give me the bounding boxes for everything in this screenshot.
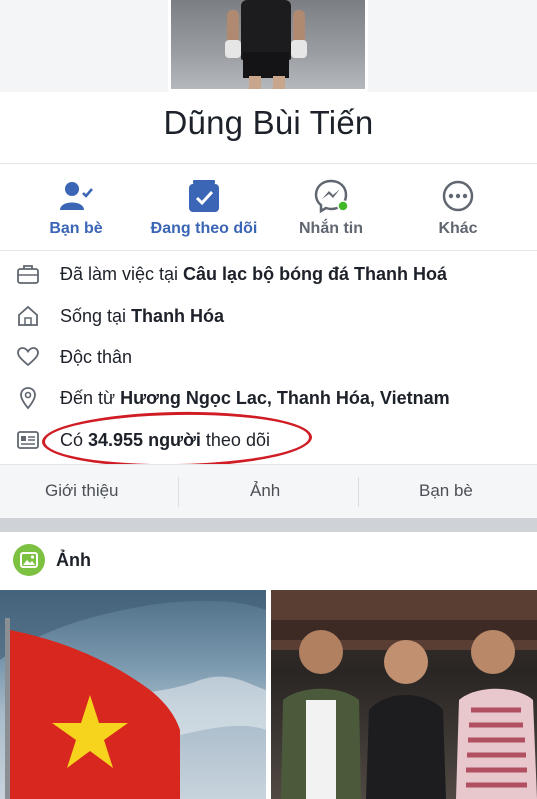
info-work[interactable]: Đã làm việc tại Câu lạc bộ bóng đá Thanh…: [0, 254, 537, 294]
info-from[interactable]: Đến từ Hương Ngọc Lac, Thanh Hóa, Vietna…: [0, 378, 537, 418]
friends-label: Bạn bè: [49, 220, 103, 237]
friends-button[interactable]: Bạn bè: [16, 178, 136, 238]
info-lives-text: Sống tại Thanh Hóa: [60, 306, 224, 327]
more-icon: [442, 180, 474, 212]
player-leg: [273, 76, 285, 89]
glove: [291, 40, 307, 58]
info-work-text: Đã làm việc tại Câu lạc bộ bóng đá Thanh…: [60, 264, 447, 285]
player-shorts: [243, 52, 289, 78]
profile-tabs: Giới thiệu Ảnh Bạn bè: [0, 464, 537, 518]
following-icon: [189, 180, 219, 212]
vietnam-flag-image: [0, 590, 266, 799]
photos-icon: [13, 544, 45, 576]
home-icon: [18, 305, 38, 326]
profile-name: Dũng Bùi Tiến: [163, 104, 374, 141]
tab-divider: [178, 477, 179, 507]
photos-title: Ảnh: [56, 550, 91, 570]
more-button[interactable]: Khác: [398, 178, 518, 238]
briefcase-icon: [17, 265, 39, 284]
divider: [0, 250, 537, 251]
message-label: Nhắn tin: [299, 220, 363, 237]
messenger-icon: [314, 179, 349, 214]
id-card-icon: [17, 431, 39, 449]
photo-thumbnail-flag[interactable]: [0, 590, 266, 799]
info-relationship-text: Độc thân: [60, 347, 133, 367]
section-gap: [0, 518, 537, 532]
tab-photos[interactable]: Ảnh: [250, 481, 280, 501]
player-leg: [249, 76, 261, 89]
info-from-text: Đến từ Hương Ngọc Lac, Thanh Hóa, Vietna…: [60, 388, 450, 409]
profile-actions: Bạn bè Đang theo dõi Nhắn tin Khác: [0, 168, 537, 248]
from-prefix: Đến từ: [60, 388, 121, 408]
player-shirt: [241, 0, 291, 60]
from-value: Hương Ngọc Lac, Thanh Hóa, Vietnam: [120, 388, 450, 408]
message-button[interactable]: Nhắn tin: [271, 178, 391, 238]
friends-icon: [60, 182, 93, 210]
heart-icon: [17, 347, 39, 367]
info-relationship[interactable]: Độc thân: [0, 337, 537, 377]
tab-divider: [358, 477, 359, 507]
photos-header[interactable]: Ảnh: [0, 532, 537, 588]
profile-photo[interactable]: [168, 0, 368, 92]
lives-value: Thanh Hóa: [131, 306, 225, 326]
lives-prefix: Sống tại: [60, 306, 132, 326]
photo-thumbnail-group[interactable]: [271, 590, 537, 799]
work-value: Câu lạc bộ bóng đá Thanh Hoá: [183, 264, 448, 284]
highlight-ellipse: [41, 409, 313, 470]
following-label: Đang theo dõi: [150, 220, 258, 237]
location-pin-icon: [20, 387, 36, 410]
work-prefix: Đã làm việc tại: [60, 264, 184, 284]
info-lives[interactable]: Sống tại Thanh Hóa: [0, 296, 537, 336]
divider: [0, 163, 537, 164]
group-photo-image: [271, 590, 537, 799]
more-label: Khác: [438, 220, 478, 237]
tab-about[interactable]: Giới thiệu: [45, 481, 119, 501]
following-button[interactable]: Đang theo dõi: [144, 178, 264, 238]
glove: [225, 40, 241, 58]
tab-friends[interactable]: Bạn bè: [419, 481, 473, 501]
